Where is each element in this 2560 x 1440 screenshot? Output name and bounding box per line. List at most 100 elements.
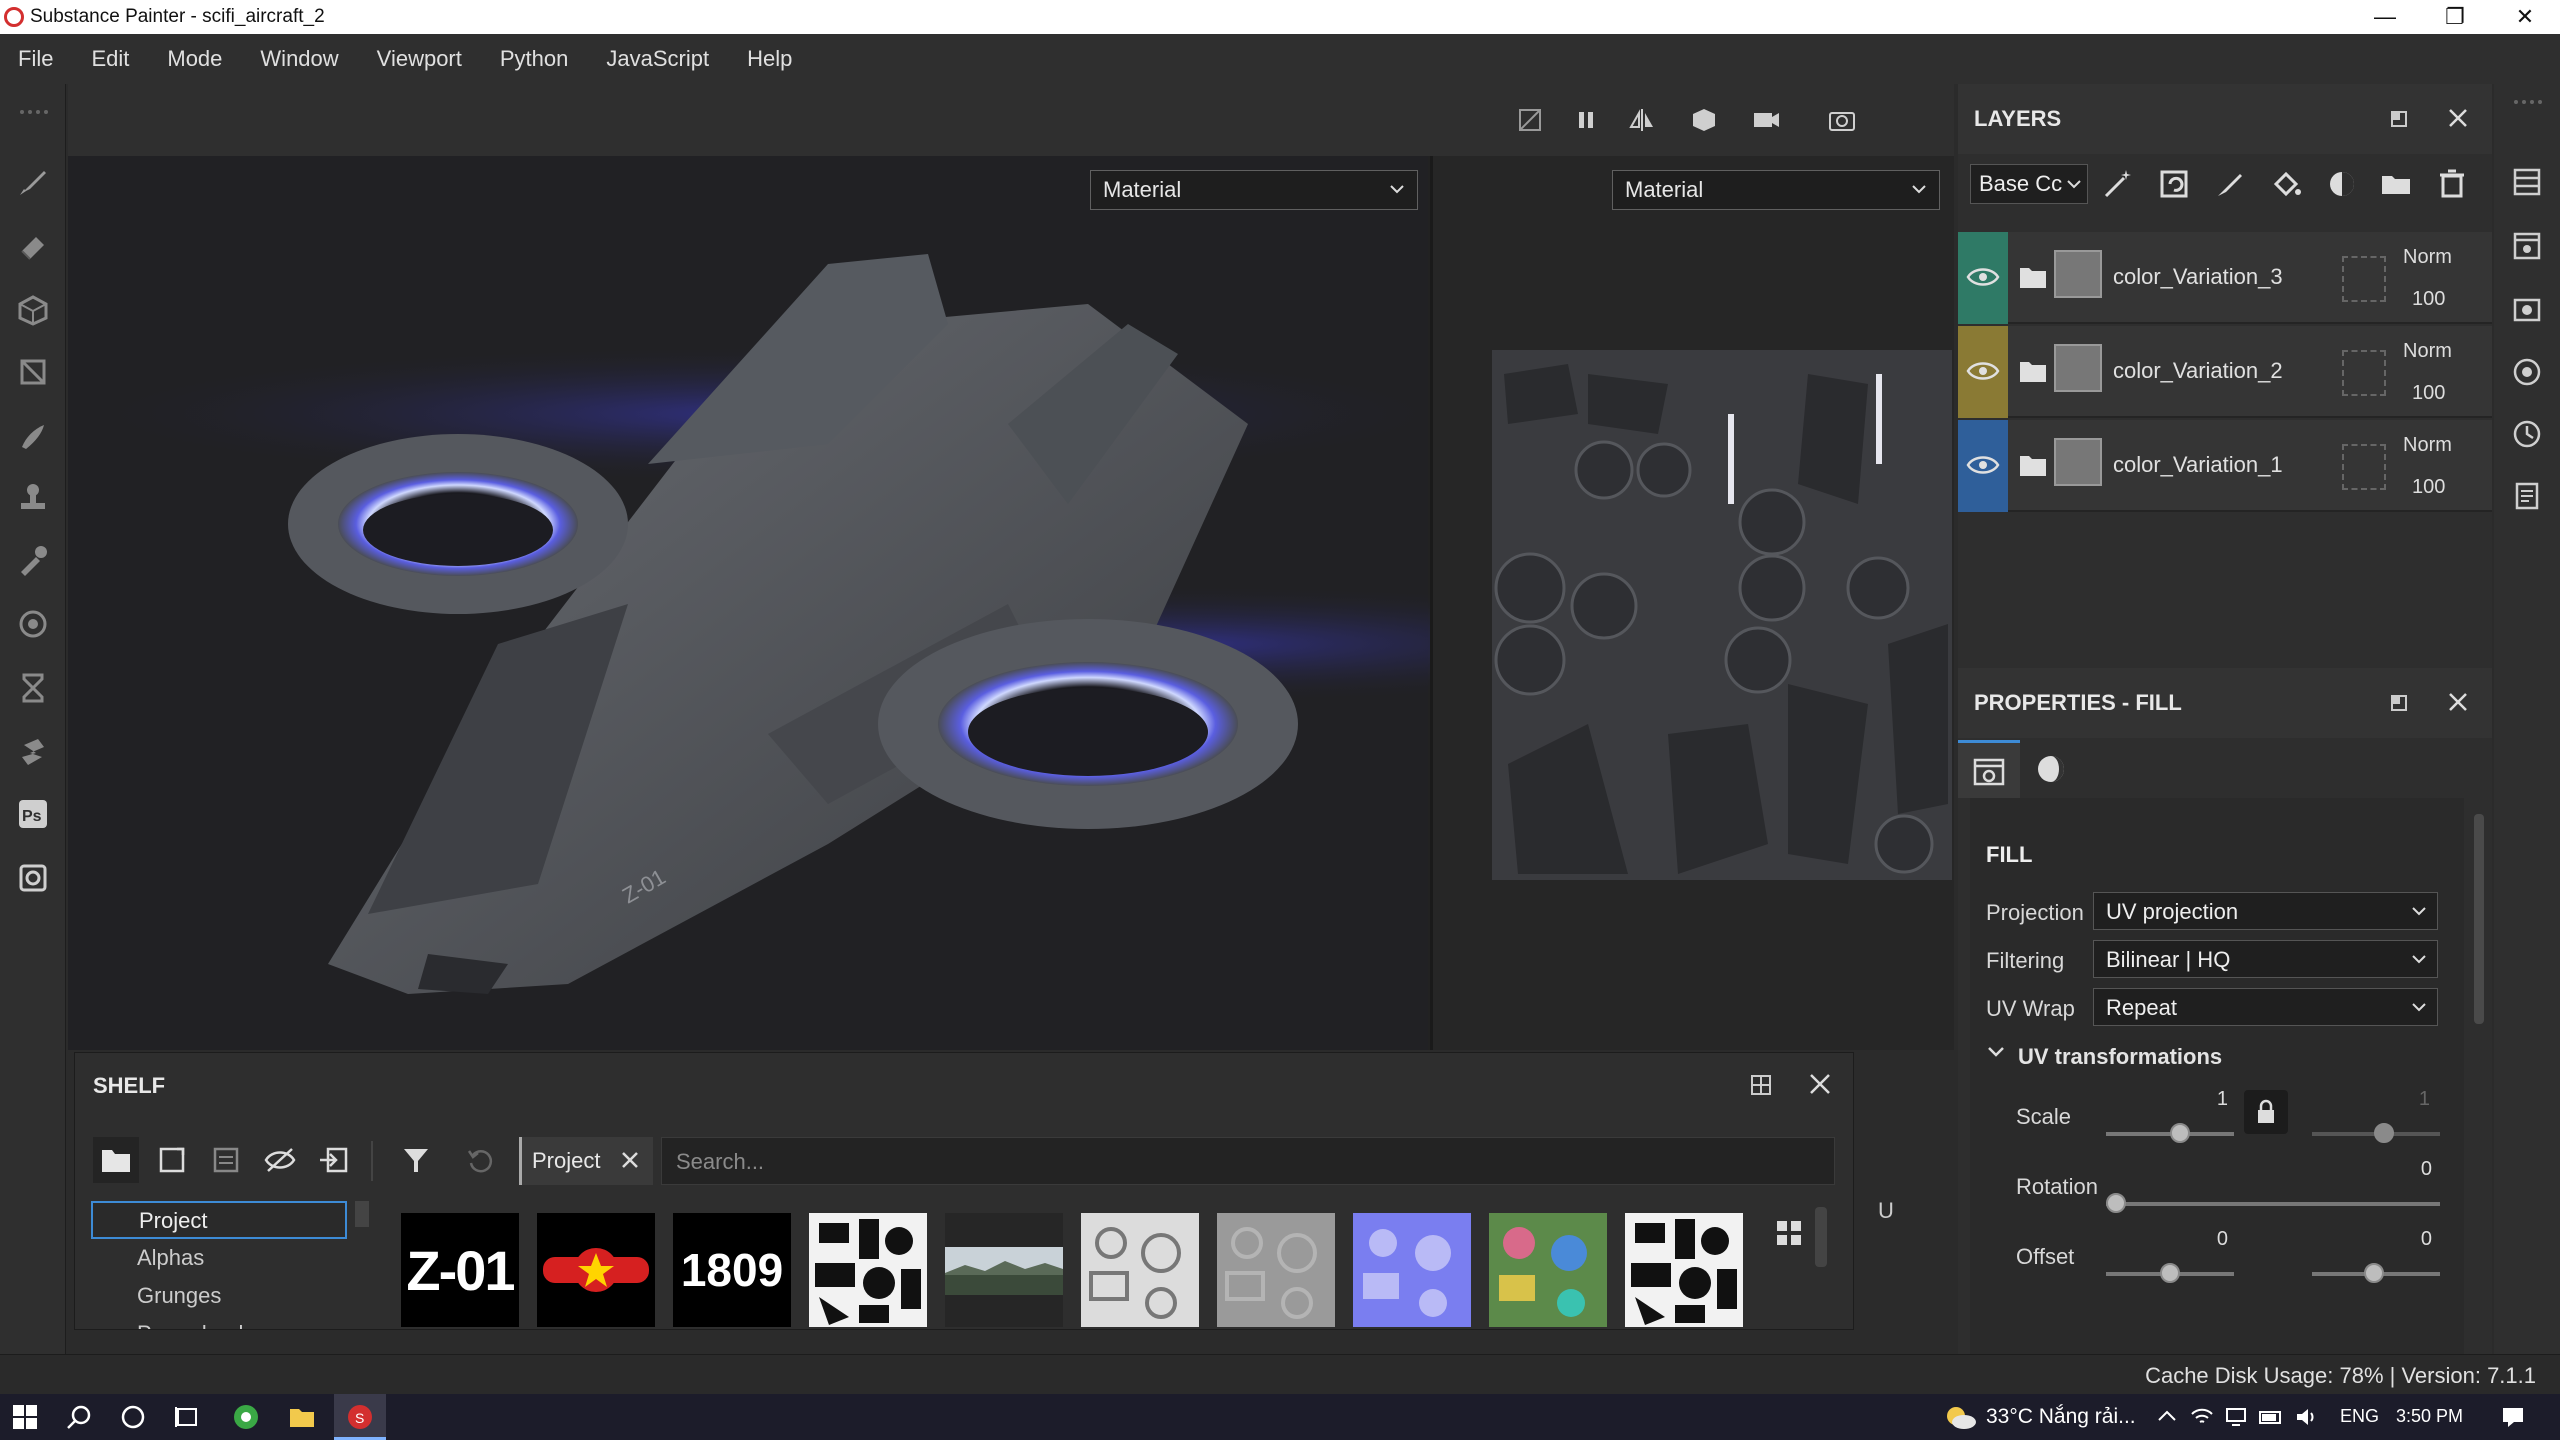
reset-filter-icon[interactable]	[457, 1137, 503, 1183]
categories-scrollbar[interactable]	[355, 1201, 369, 1227]
shelf-scrollbar[interactable]	[1815, 1207, 1827, 1267]
search-icon[interactable]	[66, 1404, 92, 1430]
camera-icon[interactable]	[1746, 100, 1786, 140]
display-settings-icon[interactable]	[2507, 290, 2547, 330]
export-icon[interactable]	[13, 858, 53, 898]
menu-javascript[interactable]: JavaScript	[587, 34, 728, 84]
rotation-slider-track[interactable]	[2106, 1202, 2440, 1206]
restore-button[interactable]: ❐	[2420, 0, 2490, 34]
mask-icon[interactable]	[2324, 166, 2360, 202]
float-panel-icon[interactable]	[2388, 108, 2410, 130]
shelf-grid-view-icon[interactable]	[1749, 1073, 1773, 1097]
right-view-mode-select[interactable]: Material	[1612, 170, 1940, 210]
clock[interactable]: 3:50 PM	[2396, 1406, 2463, 1427]
devices-icon[interactable]	[2224, 1406, 2248, 1428]
filter-icon[interactable]	[393, 1137, 439, 1183]
shelf-thumbnail[interactable]	[1489, 1213, 1607, 1327]
magic-wand-icon[interactable]	[2100, 166, 2136, 202]
mask-slot[interactable]	[2342, 444, 2386, 490]
layer-opacity[interactable]: 100	[2412, 288, 2445, 311]
screenshot-icon[interactable]	[1822, 100, 1862, 140]
shelf-save-icon[interactable]	[203, 1137, 249, 1183]
shelf-hide-icon[interactable]	[257, 1137, 303, 1183]
properties-scrollbar[interactable]	[2474, 814, 2484, 1024]
shelf-new-icon[interactable]	[149, 1137, 195, 1183]
fill-layer-icon[interactable]	[2268, 166, 2304, 202]
close-shelf-icon[interactable]	[1807, 1071, 1833, 1097]
task-view-icon[interactable]	[174, 1404, 200, 1430]
minimize-button[interactable]: —	[2350, 0, 2420, 34]
mask-slot[interactable]	[2342, 256, 2386, 302]
layer-opacity[interactable]: 100	[2412, 476, 2445, 499]
history-icon[interactable]	[2507, 414, 2547, 454]
photoshop-icon[interactable]: Ps	[13, 794, 53, 834]
color-picker-icon[interactable]	[13, 540, 53, 580]
properties-tab-settings[interactable]	[1958, 740, 2020, 798]
volume-icon[interactable]	[2294, 1406, 2318, 1428]
log-icon[interactable]	[2507, 476, 2547, 516]
shelf-import-icon[interactable]	[311, 1137, 357, 1183]
mask-slot[interactable]	[2342, 350, 2386, 396]
category-procedurals[interactable]: Procedurals	[137, 1321, 254, 1329]
weather-text[interactable]: 33°C Nắng rải...	[1986, 1405, 2136, 1429]
category-project[interactable]: Project	[91, 1201, 347, 1239]
rotation-value[interactable]: 0	[2412, 1158, 2432, 1181]
projection-tool-icon[interactable]	[13, 290, 53, 330]
properties-tab-material[interactable]	[2020, 740, 2082, 798]
symmetry-icon[interactable]	[1622, 100, 1662, 140]
polygon-fill-icon[interactable]	[13, 352, 53, 392]
menu-python[interactable]: Python	[481, 34, 588, 84]
paint-brush-icon[interactable]	[13, 162, 53, 202]
clone-stamp-icon[interactable]	[13, 478, 53, 518]
menu-help[interactable]: Help	[728, 34, 811, 84]
windows-start-icon[interactable]	[12, 1404, 38, 1430]
language-indicator[interactable]: ENG	[2340, 1406, 2379, 1427]
substance-logo-icon[interactable]	[13, 732, 53, 772]
shelf-folder-icon[interactable]	[93, 1137, 139, 1183]
project-filter-tag[interactable]: Project	[519, 1137, 653, 1185]
layer-blend-mode[interactable]: Norm	[2403, 434, 2452, 457]
scale-slider-knob[interactable]	[2170, 1123, 2190, 1143]
uvtrans-chevron-icon[interactable]	[1986, 1042, 2006, 1062]
texture-set-icon[interactable]	[2507, 226, 2547, 266]
thumbnail-grid-icon[interactable]	[1775, 1219, 1803, 1247]
browser-app-icon[interactable]	[232, 1403, 260, 1431]
substance-taskbar-button[interactable]: S	[334, 1394, 386, 1440]
close-properties-icon[interactable]	[2446, 690, 2470, 714]
shelf-thumbnail[interactable]	[1625, 1213, 1743, 1327]
filtering-select[interactable]: Bilinear | HQ	[2093, 940, 2438, 978]
visibility-eye-icon[interactable]	[1966, 450, 2000, 480]
menu-mode[interactable]: Mode	[148, 34, 241, 84]
menu-viewport[interactable]: Viewport	[358, 34, 481, 84]
hourglass-icon[interactable]	[13, 668, 53, 708]
menu-file[interactable]: File	[0, 34, 72, 84]
projection-select[interactable]: UV projection	[2093, 892, 2438, 930]
folder-icon[interactable]	[2378, 166, 2414, 202]
3d-viewport[interactable]: Z-01	[68, 84, 1954, 1050]
channel-select[interactable]: Base Cc	[1970, 164, 2088, 204]
bake-mesh-icon[interactable]	[13, 604, 53, 644]
left-view-mode-select[interactable]: Material	[1090, 170, 1418, 210]
display-mode-icon[interactable]	[1684, 100, 1724, 140]
offset-y-slider-knob[interactable]	[2364, 1263, 2384, 1283]
layer-opacity[interactable]: 100	[2412, 382, 2445, 405]
visibility-eye-icon[interactable]	[1966, 356, 2000, 386]
network-icon[interactable]	[2190, 1406, 2214, 1428]
weather-icon[interactable]	[1942, 1402, 1978, 1432]
notifications-icon[interactable]	[2500, 1404, 2526, 1430]
shelf-search-input[interactable]: Search...	[661, 1137, 1835, 1185]
rotation-slider-knob[interactable]	[2106, 1193, 2126, 1213]
menu-window[interactable]: Window	[241, 34, 357, 84]
paint-layer-icon[interactable]	[2212, 166, 2248, 202]
scale-value[interactable]: 1	[2208, 1088, 2228, 1111]
layer-blend-mode[interactable]: Norm	[2403, 340, 2452, 363]
shelf-thumbnail[interactable]	[1353, 1213, 1471, 1327]
eraser-icon[interactable]	[13, 226, 53, 266]
shelf-thumbnail[interactable]	[945, 1213, 1063, 1327]
cortana-icon[interactable]	[120, 1404, 146, 1430]
refresh-layer-icon[interactable]	[2156, 166, 2192, 202]
lock-scale-button[interactable]	[2244, 1090, 2288, 1134]
shader-settings-icon[interactable]	[2507, 352, 2547, 392]
visibility-eye-icon[interactable]	[1966, 262, 2000, 292]
smudge-icon[interactable]	[13, 416, 53, 456]
